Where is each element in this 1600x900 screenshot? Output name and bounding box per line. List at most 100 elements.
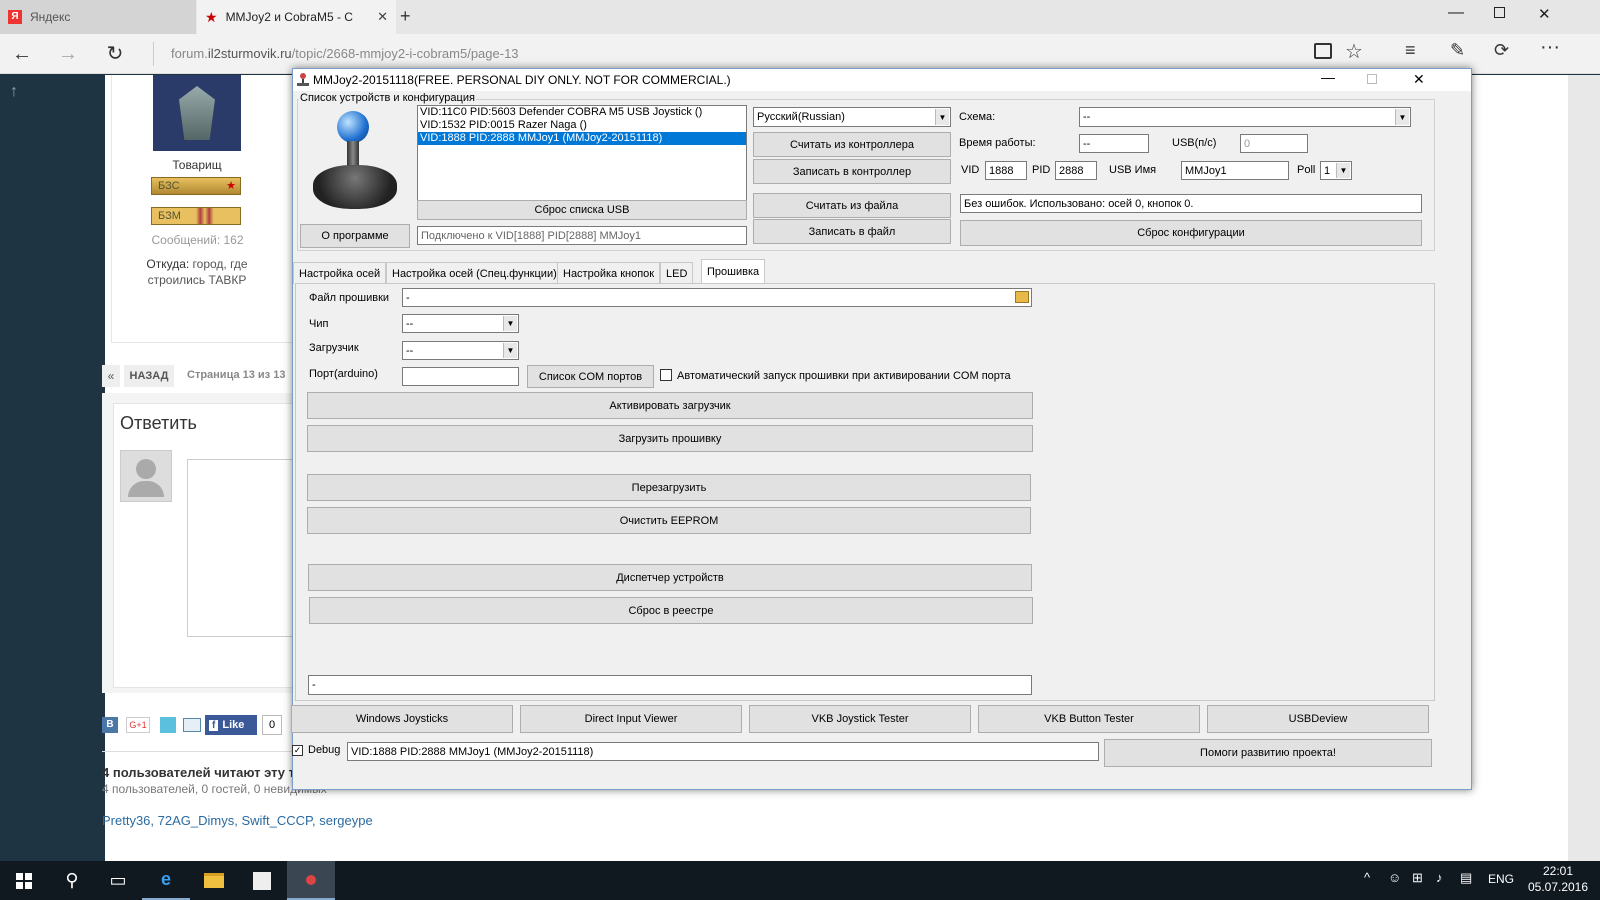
tab-buttons[interactable]: Настройка кнопок xyxy=(557,262,661,284)
fw-port-field[interactable] xyxy=(402,367,519,386)
support-project-button[interactable]: Помоги развитию проекта! xyxy=(1104,739,1432,767)
device-item[interactable]: VID:11C0 PID:5603 Defender COBRA M5 USB … xyxy=(418,106,746,119)
device-item-selected[interactable]: VID:1888 PID:2888 MMJoy1 (MMJoy2-2015111… xyxy=(418,132,746,145)
back-arrow-icon[interactable]: ← xyxy=(10,42,34,66)
user-title: Товарищ xyxy=(172,158,222,172)
tab-firmware[interactable]: Прошивка xyxy=(701,259,766,284)
refresh-icon[interactable]: ↻ xyxy=(103,42,127,66)
clock-date[interactable]: 05.07.2016 xyxy=(1520,880,1596,894)
hub-icon[interactable]: ≡ xyxy=(1405,40,1416,61)
favorite-star-icon[interactable]: ☆ xyxy=(1345,39,1363,64)
fw-file-field[interactable]: - xyxy=(402,288,1032,307)
app-close-icon[interactable]: ✕ xyxy=(1413,71,1425,88)
close-window-icon[interactable]: ✕ xyxy=(1538,5,1551,23)
start-windows-icon[interactable] xyxy=(0,861,48,900)
more-icon[interactable]: ··· xyxy=(1540,36,1560,59)
store-icon[interactable] xyxy=(238,861,286,900)
search-icon[interactable]: ⚲ xyxy=(48,861,96,900)
scroll-top-icon[interactable]: ↑ xyxy=(10,83,18,101)
tab-axes-special[interactable]: Настройка осей (Спец.функции) xyxy=(386,262,563,284)
edge-browser-icon[interactable]: e xyxy=(142,861,190,900)
read-controller-button[interactable]: Считать из контроллера xyxy=(753,132,951,157)
task-view-icon[interactable]: ▭ xyxy=(94,861,142,900)
usb-name-label: USB Имя xyxy=(1109,164,1157,176)
avatar[interactable] xyxy=(153,75,241,151)
page-scrollbar[interactable] xyxy=(1568,75,1600,861)
tab-axes[interactable]: Настройка осей xyxy=(293,262,387,284)
device-item[interactable]: VID:1532 PID:0015 Razer Naga () xyxy=(418,119,746,132)
facebook-like-button[interactable]: f Like xyxy=(205,715,257,735)
readers-names[interactable]: Pretty36, 72AG_Dimys, Swift_CCCP, sergey… xyxy=(102,813,373,828)
device-list[interactable]: VID:11C0 PID:5603 Defender COBRA M5 USB … xyxy=(417,105,747,201)
registry-reset-button[interactable]: Сброс в реестре xyxy=(309,597,1033,624)
new-tab-button[interactable]: + xyxy=(400,6,411,27)
windows-joysticks-button[interactable]: Windows Joysticks xyxy=(291,705,513,733)
language-select[interactable]: Русский(Russian) ▼ xyxy=(753,107,951,127)
clock-time[interactable]: 22:01 xyxy=(1520,864,1596,878)
minimize-icon[interactable]: — xyxy=(1448,4,1464,22)
connection-status-field: Подключено к VID[1888] PID[2888] MMJoy1 xyxy=(417,226,747,245)
share-icon[interactable]: ⟳ xyxy=(1494,40,1509,61)
web-note-icon[interactable]: ✎ xyxy=(1450,40,1465,61)
scheme-select[interactable]: -- ▼ xyxy=(1079,107,1411,127)
chevron-down-icon: ▼ xyxy=(1336,163,1350,178)
upload-firmware-button[interactable]: Загрузить прошивку xyxy=(307,425,1033,452)
read-file-button[interactable]: Считать из файла xyxy=(753,193,951,218)
email-icon[interactable] xyxy=(183,718,201,732)
app-maximize-icon xyxy=(1367,74,1377,84)
file-explorer-icon[interactable] xyxy=(190,861,238,900)
reading-view-icon[interactable] xyxy=(1314,43,1332,59)
chevron-down-icon: ▼ xyxy=(935,109,949,125)
people-icon[interactable]: ☺ xyxy=(1388,870,1401,885)
prev-page-button[interactable]: « xyxy=(102,365,120,387)
vkb-joystick-tester-button[interactable]: VKB Joystick Tester xyxy=(749,705,971,733)
usb-name-field[interactable]: MMJoy1 xyxy=(1181,161,1289,180)
network-icon[interactable]: ⊞ xyxy=(1412,870,1423,886)
reboot-button[interactable]: Перезагрузить xyxy=(307,474,1031,501)
gplus-icon[interactable]: G+1 xyxy=(126,717,150,733)
fw-chip-select[interactable]: -- ▼ xyxy=(402,314,519,333)
write-controller-button[interactable]: Записать в контроллер xyxy=(753,159,951,184)
language-indicator[interactable]: ENG xyxy=(1488,872,1514,886)
tray-chevron-up-icon[interactable]: ^ xyxy=(1364,870,1370,885)
badge-bzs: БЗС ★ xyxy=(151,177,241,195)
scheme-label: Схема: xyxy=(959,111,996,123)
auto-start-checkbox[interactable] xyxy=(660,369,672,381)
vkb-button-tester-button[interactable]: VKB Button Tester xyxy=(978,705,1200,733)
tab-led[interactable]: LED xyxy=(660,262,694,284)
shield-icon xyxy=(179,86,215,140)
volume-icon[interactable]: ♪ xyxy=(1436,870,1443,885)
vk-icon[interactable]: В xyxy=(102,717,118,733)
reply-editor[interactable] xyxy=(187,459,297,637)
folder-open-icon[interactable] xyxy=(1015,291,1029,303)
reset-config-button[interactable]: Сброс конфигурации xyxy=(960,220,1422,246)
fw-log-field: - xyxy=(308,675,1032,695)
debug-checkbox[interactable]: ✓ xyxy=(292,745,303,756)
fw-loader-select[interactable]: -- ▼ xyxy=(402,341,519,360)
restore-icon[interactable] xyxy=(1494,7,1505,18)
clear-eeprom-button[interactable]: Очистить EEPROM xyxy=(307,507,1031,534)
usbdeview-button[interactable]: USBDeview xyxy=(1207,705,1429,733)
vid-field[interactable]: 1888 xyxy=(985,161,1027,180)
url-field[interactable]: forum.il2sturmovik.ru/topic/2668-mmjoy2-… xyxy=(171,46,519,61)
write-file-button[interactable]: Записать в файл xyxy=(753,219,951,244)
window-titlebar[interactable]: MMJoy2-20151118(FREE. PERSONAL DIY ONLY.… xyxy=(293,69,1471,91)
close-tab-icon[interactable]: ✕ xyxy=(377,9,388,25)
about-button[interactable]: О программе xyxy=(300,224,410,248)
poll-select[interactable]: 1 ▼ xyxy=(1320,161,1352,180)
forward-arrow-icon[interactable]: → xyxy=(56,42,80,66)
pid-field[interactable]: 2888 xyxy=(1055,161,1097,180)
browser-tab-forum[interactable]: ★ MMJoy2 и CobraM5 - С ✕ xyxy=(197,0,396,34)
direct-input-viewer-button[interactable]: Direct Input Viewer xyxy=(520,705,742,733)
com-list-button[interactable]: Список COM портов xyxy=(527,365,654,388)
back-button[interactable]: НАЗАД xyxy=(124,365,174,387)
activate-loader-button[interactable]: Активировать загрузчик xyxy=(307,392,1033,419)
notifications-icon[interactable]: ▤ xyxy=(1460,870,1472,886)
mmjoy-taskbar-icon[interactable] xyxy=(287,861,335,900)
reset-usb-button[interactable]: Сброс списка USB xyxy=(417,200,747,220)
auto-start-label: Автоматический запуск прошивки при актив… xyxy=(677,370,1011,382)
browser-tab-yandex[interactable]: Я Яндекс xyxy=(0,0,196,34)
app-minimize-icon[interactable]: — xyxy=(1321,69,1335,85)
device-manager-button[interactable]: Диспетчер устройств xyxy=(308,564,1032,591)
twitter-icon[interactable] xyxy=(160,717,176,733)
